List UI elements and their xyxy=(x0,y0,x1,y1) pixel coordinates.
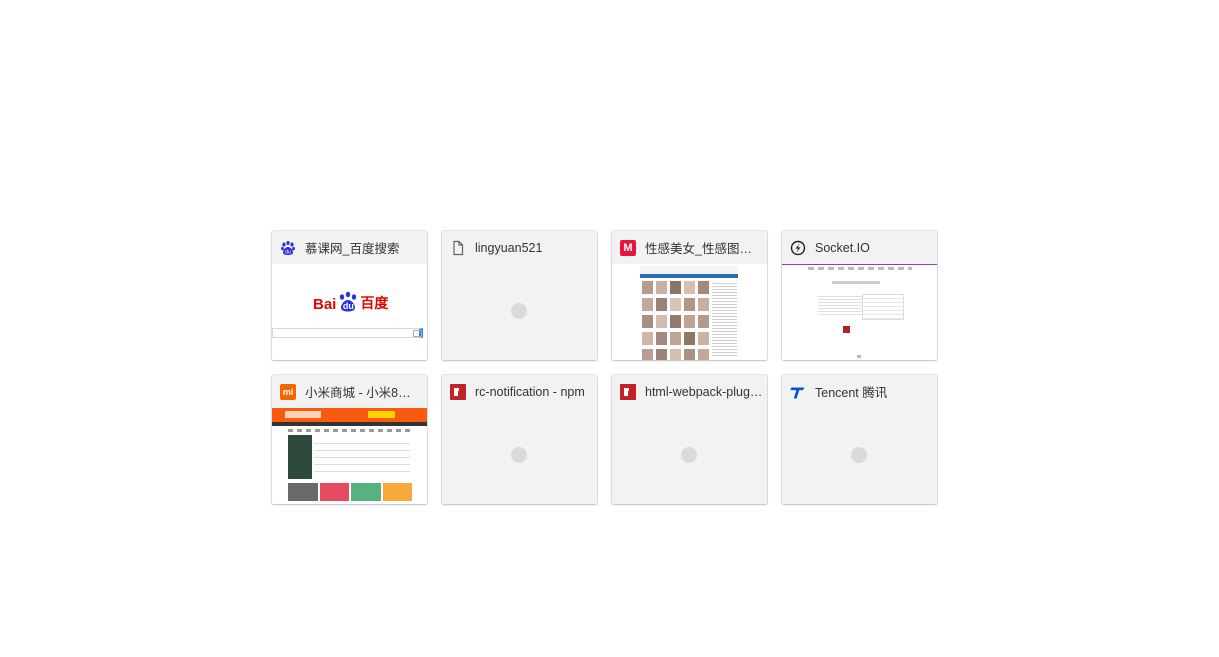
tile-m-site[interactable]: M 性感美女_性感图片… xyxy=(612,231,767,360)
most-visited-grid: du 慕课网_百度搜索 Bai du 百度 lingyuan521 M 性感美女… xyxy=(272,231,937,504)
thumb-badge xyxy=(843,326,850,333)
thumb-code-box xyxy=(862,294,904,320)
thumb-product-list xyxy=(314,437,410,477)
placeholder-dot xyxy=(511,447,527,463)
thumb-text-block xyxy=(818,294,862,316)
thumb-photo-grid xyxy=(642,281,710,360)
tile-title: 小米商城 - 小米8、… xyxy=(305,386,423,400)
tile-title: rc-notification - npm xyxy=(475,384,585,399)
tile-html-webpack-plugin-npm[interactable]: html-webpack-plugi… xyxy=(612,375,767,504)
tile-header: rc-notification - npm xyxy=(442,375,597,408)
baidu-logo-paw: du xyxy=(337,291,359,313)
tile-title: 性感美女_性感图片… xyxy=(645,242,763,256)
tile-header: M 性感美女_性感图片… xyxy=(612,231,767,264)
thumb-category-menu xyxy=(288,435,312,479)
tile-rc-notification-npm[interactable]: rc-notification - npm xyxy=(442,375,597,504)
thumb-accent-line xyxy=(782,264,937,265)
m-site-icon: M xyxy=(620,239,636,256)
tile-thumbnail xyxy=(612,264,767,360)
baidu-logo-du: du xyxy=(342,301,354,311)
baidu-paw-icon: du xyxy=(280,240,296,256)
tile-header: Tencent 腾讯 xyxy=(782,375,937,408)
tile-thumbnail: Bai du 百度 xyxy=(272,264,427,360)
thumb-heading xyxy=(832,281,880,284)
tile-xiaomi-mall[interactable]: mi 小米商城 - 小米8、… xyxy=(272,375,427,504)
tile-tencent[interactable]: Tencent 腾讯 xyxy=(782,375,937,504)
tile-thumbnail xyxy=(442,408,597,504)
npm-icon xyxy=(450,383,466,400)
mi-icon: mi xyxy=(280,383,296,400)
tile-thumbnail xyxy=(612,408,767,504)
tile-title: lingyuan521 xyxy=(475,240,543,255)
tile-thumbnail xyxy=(782,264,937,360)
tile-title: Socket.IO xyxy=(815,240,870,255)
tile-thumbnail xyxy=(442,264,597,360)
placeholder-dot xyxy=(851,447,867,463)
tile-header: du 慕课网_百度搜索 xyxy=(272,231,427,264)
baidu-logo: Bai du 百度 xyxy=(313,291,388,313)
tile-header: Socket.IO xyxy=(782,231,937,264)
thumb-header-bar xyxy=(272,422,427,426)
thumb-arrow xyxy=(857,355,861,358)
svg-text:du: du xyxy=(285,249,291,255)
thumb-navbar xyxy=(640,274,738,278)
tile-lingyuan521[interactable]: lingyuan521 xyxy=(442,231,597,360)
thumb-nav xyxy=(288,429,412,432)
baidu-logo-cn: 百度 xyxy=(360,295,389,311)
placeholder-dot xyxy=(681,447,697,463)
npm-icon xyxy=(620,383,636,400)
tile-header: html-webpack-plugi… xyxy=(612,375,767,408)
camera-icon xyxy=(413,330,422,337)
tile-header: mi 小米商城 - 小米8、… xyxy=(272,375,427,408)
thumb-banner xyxy=(272,408,427,422)
tencent-icon xyxy=(790,384,806,400)
tile-baidu-search[interactable]: du 慕课网_百度搜索 Bai du 百度 xyxy=(272,231,427,360)
tile-title: Tencent 腾讯 xyxy=(815,386,888,400)
tile-thumbnail xyxy=(272,408,427,504)
baidu-logo-bai: Bai xyxy=(313,296,337,313)
thumb-promo-cards xyxy=(288,483,412,501)
document-icon xyxy=(450,240,466,256)
tile-header: lingyuan521 xyxy=(442,231,597,264)
tile-thumbnail xyxy=(782,408,937,504)
thumb-sidebar xyxy=(712,281,737,357)
tile-title: 慕课网_百度搜索 xyxy=(305,242,400,256)
socketio-icon xyxy=(790,240,806,256)
thumb-nav xyxy=(808,267,912,270)
tile-title: html-webpack-plugi… xyxy=(645,384,763,399)
baidu-search-box xyxy=(272,328,423,338)
placeholder-dot xyxy=(511,303,527,319)
tile-socketio[interactable]: Socket.IO xyxy=(782,231,937,360)
